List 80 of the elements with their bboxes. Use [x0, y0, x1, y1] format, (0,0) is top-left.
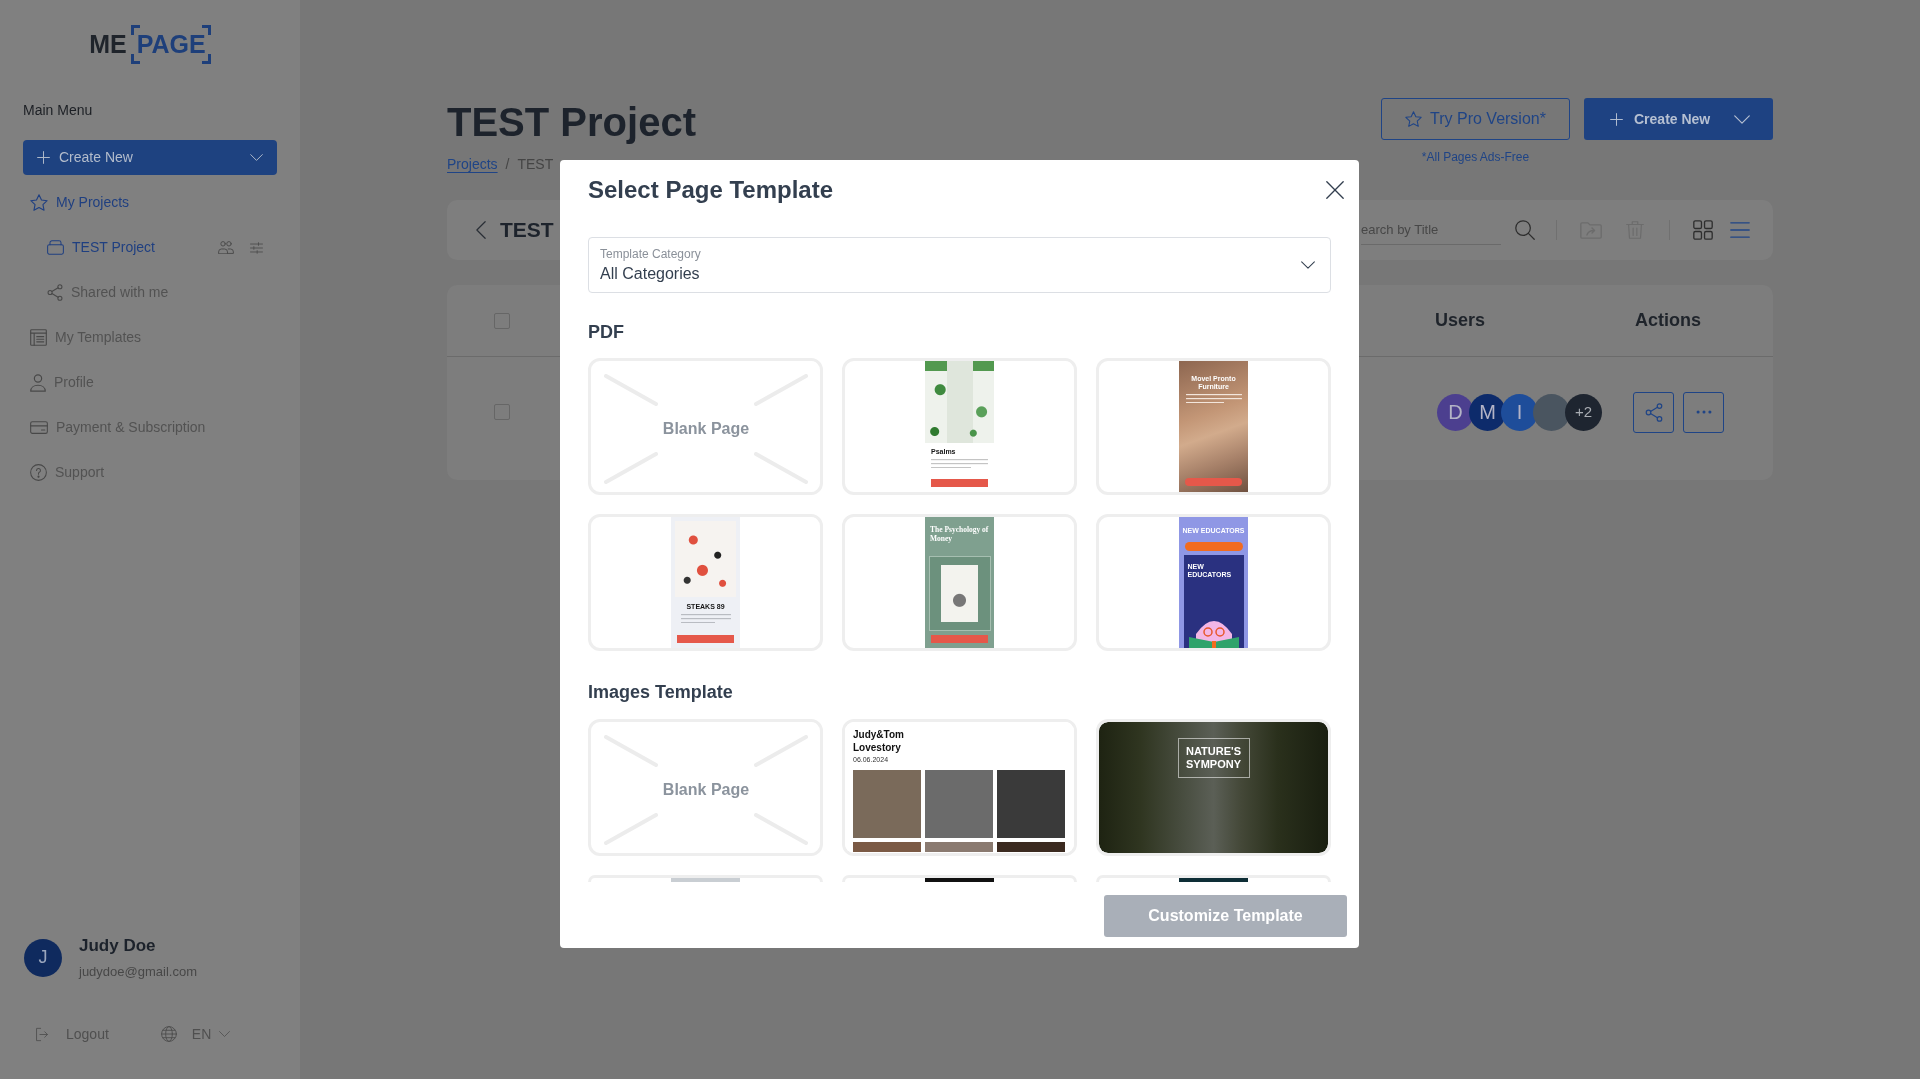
list-icon[interactable]: [1730, 222, 1750, 238]
sliders-icon[interactable]: [250, 241, 263, 254]
template-card[interactable]: [1096, 875, 1331, 882]
photo-placeholder: [853, 842, 921, 852]
cta-bar: [677, 635, 734, 643]
plus-icon: [1610, 112, 1623, 126]
star-icon: [1405, 111, 1423, 127]
cta-bar: [1185, 478, 1242, 486]
search-icon[interactable]: [1515, 220, 1535, 240]
star-icon: [30, 194, 48, 211]
help-icon: [30, 464, 47, 481]
template-preview: [671, 878, 740, 882]
breadcrumb-separator: /: [505, 155, 510, 173]
back-icon[interactable]: [476, 221, 486, 239]
section-title: Images Template: [588, 681, 734, 703]
pro-note: *All Pages Ads-Free: [1421, 150, 1530, 164]
breadcrumb-link[interactable]: Projects: [447, 155, 498, 173]
close-icon[interactable]: [1326, 181, 1344, 199]
avatar-placeholder: [1533, 393, 1570, 431]
column-header: Actions: [1635, 309, 1701, 332]
user-icon: [30, 373, 46, 392]
photo-placeholder: [925, 770, 993, 838]
avatar: D: [1437, 393, 1474, 431]
photo-placeholder: [853, 770, 921, 838]
avatar-count: +2: [1565, 393, 1602, 431]
share-icon: [47, 284, 63, 301]
section-title: PDF: [588, 321, 625, 343]
user-name: Judy Doe: [79, 935, 157, 956]
template-title: NATURE'S SYMPONY: [1185, 745, 1242, 771]
text-lines-drawing: [680, 614, 731, 624]
cta-bar: [1184, 542, 1243, 551]
sidebar-item[interactable]: TEST Project: [23, 225, 218, 270]
menu-heading: Main Menu: [23, 101, 94, 119]
globe-icon: [160, 1026, 177, 1042]
photo-placeholder: [997, 842, 1065, 852]
logout-icon: [36, 1026, 48, 1042]
book-cover-placeholder: [941, 565, 978, 622]
share-button[interactable]: [1633, 391, 1674, 433]
template-card[interactable]: Blank Page: [588, 719, 823, 856]
users-icon[interactable]: [218, 241, 234, 254]
cta-bar: [931, 635, 988, 643]
template-label: Blank Page: [662, 419, 750, 439]
more-icon: [1695, 410, 1712, 414]
template-title: Judy&Tom Lovestory: [853, 729, 905, 754]
avatar: M: [1469, 393, 1506, 431]
photo-placeholder: [997, 770, 1065, 838]
text-lines-drawing: [1185, 394, 1242, 404]
credit-card-icon: [30, 421, 48, 434]
category-select[interactable]: Template Category All Categories: [588, 237, 1331, 293]
try-pro-button[interactable]: Try Pro Version*: [1381, 98, 1570, 140]
column-header: Users: [1434, 309, 1485, 332]
template-card[interactable]: NATURE'S SYMPONY: [1096, 719, 1331, 856]
template-card[interactable]: [842, 875, 1077, 882]
template-preview: [925, 878, 994, 882]
page-title: TEST Project: [447, 100, 696, 144]
create-new-button[interactable]: Create New: [1584, 98, 1773, 140]
photo-placeholder: [925, 842, 993, 852]
chevron-down-icon: [1734, 114, 1750, 124]
avatar: I: [1501, 393, 1538, 431]
chevron-down-icon: [219, 1031, 231, 1037]
folder-icon: [47, 240, 64, 255]
sidebar-item[interactable]: My Projects: [23, 180, 277, 225]
more-button[interactable]: [1683, 391, 1724, 433]
plus-icon: [37, 151, 50, 164]
cta-bar: [931, 479, 988, 487]
template-label: Blank Page: [662, 780, 750, 800]
create-new-button[interactable]: Create New: [23, 140, 277, 175]
document-icon: [30, 329, 47, 346]
user-email: judydoe@gmail.com: [79, 963, 197, 980]
toolbar-title: TEST: [500, 217, 554, 243]
chevron-down-icon: [250, 154, 263, 161]
share-icon: [1644, 402, 1663, 422]
chevron-down-icon: [1301, 261, 1315, 269]
logo: ME PAGE: [89, 25, 211, 64]
template-card[interactable]: Blank Page: [588, 358, 823, 495]
dialog-title: Select Page Template: [588, 175, 833, 205]
template-preview: [1179, 878, 1248, 882]
grid-icon[interactable]: [1693, 220, 1713, 240]
text-lines-drawing: [931, 459, 988, 469]
avatar: J: [24, 938, 62, 977]
